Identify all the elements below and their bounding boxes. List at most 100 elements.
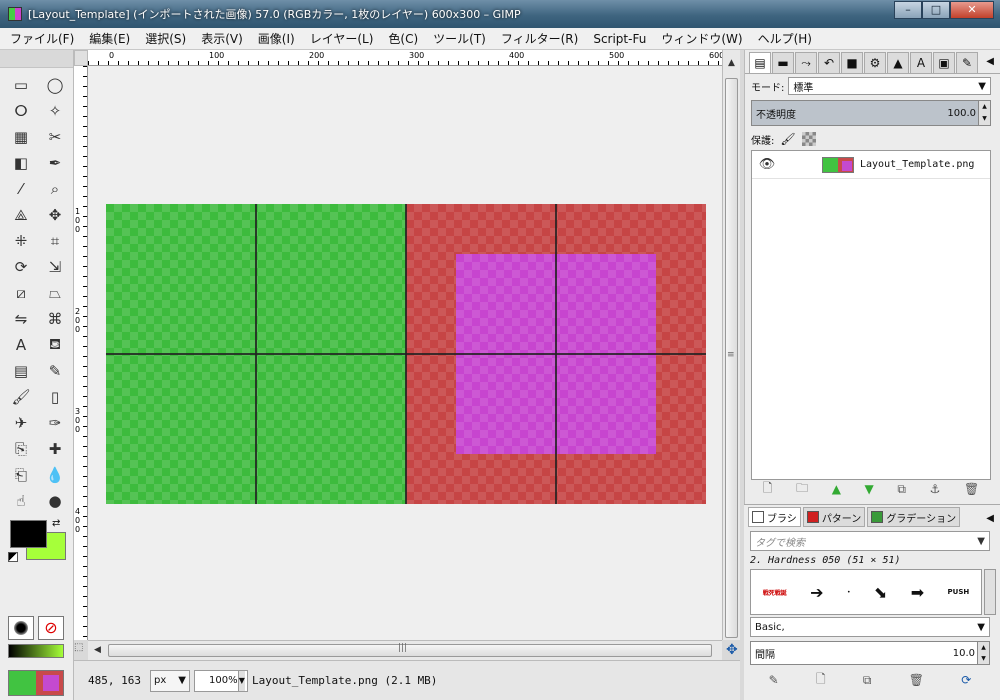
perspective-clone-icon[interactable]: ⎗ [8, 464, 34, 486]
raise-layer-icon[interactable]: ▲ [832, 482, 841, 496]
scroll-up-icon[interactable]: ▲ [728, 58, 735, 68]
canvas-area[interactable] [88, 66, 722, 640]
brush-item[interactable]: PUSH [948, 588, 970, 596]
ink-icon[interactable]: ✑ [42, 412, 68, 434]
histogram-icon[interactable]: ▲ [887, 52, 909, 74]
fonts-icon[interactable]: A [910, 52, 932, 74]
menu-item[interactable]: 画像(I) [258, 30, 295, 47]
flip-icon[interactable]: ⇋ [8, 308, 34, 330]
dock-menu-icon[interactable]: ◀ [986, 513, 994, 524]
tag-filter-input[interactable]: タグで検索 ▼ [750, 531, 990, 551]
horizontal-guide[interactable] [106, 353, 706, 355]
brushes-dock-tab[interactable]: グラデーション [867, 507, 961, 527]
foreground-color-swatch[interactable] [10, 520, 47, 548]
brush-item[interactable]: ➔ [810, 583, 823, 602]
delete-brush-icon[interactable]: 🗑 [909, 673, 924, 687]
menu-item[interactable]: ファイル(F) [10, 30, 74, 47]
bucket-fill-icon[interactable]: ⛾ [42, 334, 68, 356]
image-canvas[interactable] [106, 204, 706, 504]
menu-item[interactable]: 色(C) [388, 30, 418, 47]
minimize-button[interactable]: – [894, 1, 922, 19]
eye-icon[interactable]: 👁 [752, 157, 782, 172]
delete-layer-icon[interactable]: 🗑 [964, 482, 979, 496]
paths-dock-icon[interactable]: ⤳ [795, 52, 817, 74]
brush-item[interactable]: ➡ [911, 583, 924, 602]
zoom-icon[interactable]: ⌕ [42, 178, 68, 200]
maximize-button[interactable]: □ [922, 1, 950, 19]
close-button[interactable]: ✕ [950, 1, 994, 19]
blend-icon[interactable]: ▤ [8, 360, 34, 382]
opacity-spinner[interactable]: ▲ ▼ [978, 101, 990, 125]
measure-icon[interactable]: ⟁ [8, 204, 34, 226]
lock-pixels-icon[interactable]: 🖌 [780, 132, 795, 146]
menu-item[interactable]: レイヤー(L) [310, 30, 374, 47]
horizontal-ruler[interactable]: 0 100 200 300 400 500 600 [88, 50, 724, 66]
airbrush-icon[interactable]: ✈ [8, 412, 34, 434]
vertical-ruler[interactable]: 1 0 0 2 0 0 3 0 0 4 0 0 [74, 66, 88, 640]
horizontal-scrollbar[interactable]: ◀ ||| [88, 640, 722, 660]
scale-icon[interactable]: ⇲ [42, 256, 68, 278]
menu-item[interactable]: 編集(E) [89, 30, 130, 47]
rotate-icon[interactable]: ⟳ [8, 256, 34, 278]
channels-icon[interactable]: ▬ [772, 52, 794, 74]
active-pattern-preview[interactable]: ⊘ [38, 616, 64, 640]
menu-item[interactable]: フィルター(R) [501, 30, 578, 47]
navigate-icon[interactable]: ✥ [726, 642, 738, 658]
active-image-thumbnail[interactable] [8, 670, 64, 696]
menu-item[interactable]: ツール(T) [433, 30, 486, 47]
move-icon[interactable]: ✥ [42, 204, 68, 226]
paintbrush-icon[interactable]: 🖌 [8, 386, 34, 408]
brush-item[interactable]: • [847, 589, 851, 596]
brushes-dock-tab[interactable]: ブラシ [748, 507, 801, 527]
horizontal-scroll-thumb[interactable] [108, 644, 712, 657]
spacing-spinner[interactable]: ▲ ▼ [977, 642, 989, 664]
scroll-left-icon[interactable]: ◀ [94, 645, 101, 655]
brush-item[interactable]: 戦死戦誕 [763, 588, 787, 597]
refresh-brushes-icon[interactable]: ⟳ [961, 673, 971, 687]
lower-layer-icon[interactable]: ▼ [865, 482, 874, 496]
brush-grid-scrollbar[interactable] [984, 569, 996, 615]
menu-item[interactable]: ウィンドウ(W) [661, 30, 742, 47]
active-gradient-preview[interactable] [8, 644, 64, 658]
brushes-dock-icon[interactable]: ✎ [956, 52, 978, 74]
text-icon[interactable]: A [8, 334, 34, 356]
fuzzy-select-icon[interactable]: ✧ [42, 100, 68, 122]
edit-brush-icon[interactable]: ✎ [769, 673, 779, 687]
lock-alpha-icon[interactable] [801, 132, 816, 146]
menu-item[interactable]: 選択(S) [145, 30, 186, 47]
zoom-selector[interactable]: 100% ▼ [194, 669, 248, 692]
perspective-icon[interactable]: ⏢ [42, 282, 68, 304]
foreground-select-icon[interactable]: ◧ [8, 152, 34, 174]
anchor-layer-icon[interactable]: ⚓ [930, 482, 941, 496]
duplicate-layer-icon[interactable]: ⧉ [897, 482, 906, 497]
cage-icon[interactable]: ⌘ [42, 308, 68, 330]
rect-select-icon[interactable]: ▭ [8, 74, 34, 96]
brush-preset-dropdown[interactable]: Basic, ▼ [750, 617, 990, 637]
duplicate-brush-icon[interactable]: ⧉ [863, 673, 872, 688]
new-layer-icon[interactable]: 🗋 [763, 479, 773, 500]
dodge-burn-icon[interactable]: ● [42, 490, 68, 512]
spacing-slider[interactable]: 間隔 10.0 ▲ ▼ [750, 641, 990, 665]
reset-colors-icon[interactable] [8, 552, 18, 562]
scissors-icon[interactable]: ✂ [42, 126, 68, 148]
brushes-dock-tab[interactable]: パターン [802, 507, 866, 527]
new-brush-icon[interactable]: 🗋 [816, 670, 826, 691]
new-layer-group-icon[interactable]: 🗀 [796, 479, 808, 500]
active-brush-preview[interactable] [8, 616, 34, 640]
smudge-icon[interactable]: ☝ [8, 490, 34, 512]
brush-item[interactable]: ⬊ [874, 583, 887, 602]
tool-options-icon[interactable]: ⚙ [864, 52, 886, 74]
clone-icon[interactable]: ⎘ [8, 438, 34, 460]
opacity-slider[interactable]: 不透明度 100.0 ▲ ▼ [751, 100, 991, 126]
dock-menu-icon[interactable]: ◀ [986, 56, 994, 67]
heal-icon[interactable]: ✚ [42, 438, 68, 460]
color-picker-icon[interactable]: ⁄ [8, 178, 34, 200]
shear-icon[interactable]: ⧄ [8, 282, 34, 304]
layers-icon[interactable]: ▤ [749, 52, 771, 74]
menu-item[interactable]: Script-Fu [593, 32, 646, 46]
paths-icon[interactable]: ✒ [42, 152, 68, 174]
quick-mask-icon[interactable]: ⬚ [74, 642, 83, 653]
color-select-icon[interactable]: ▦ [8, 126, 34, 148]
crop-icon[interactable]: ⌗ [42, 230, 68, 252]
pencil-icon[interactable]: ✎ [42, 360, 68, 382]
